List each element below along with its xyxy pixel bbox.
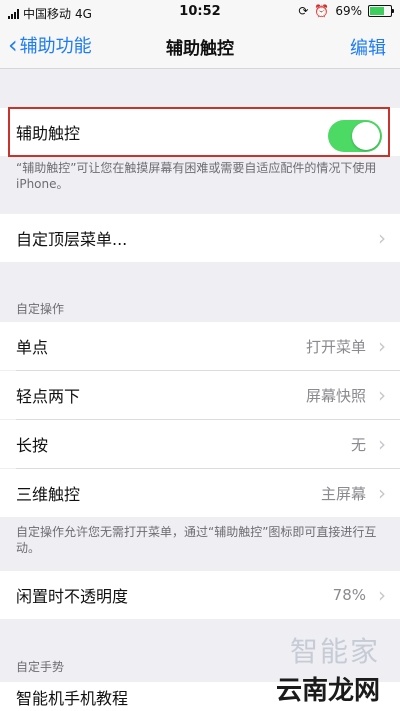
custom-top-menu-row[interactable]: 自定顶层菜单... › [0,214,400,262]
action-value: 打开菜单 [305,337,366,356]
action-row-single-tap[interactable]: 单点 打开菜单 › [0,322,400,370]
navigation-bar: ‹ 辅助功能 辅助触控 编辑 [0,24,400,69]
watermark-top-text: 智能家 [289,635,380,668]
action-label: 三维触控 [16,485,81,504]
action-value: 屏幕快照 [305,386,366,405]
action-label: 轻点两下 [16,387,81,406]
battery-percent: 69% [335,4,362,18]
custom-top-menu-label: 自定顶层菜单... [16,230,128,249]
custom-actions-caption: 自定操作 [16,302,65,316]
chevron-right-icon: › [378,481,386,505]
alarm-icon: ⏰ [314,4,330,18]
watermark: 智能家 云南龙网 [276,630,380,707]
action-value: 主屏幕 [320,484,366,503]
action-row-double-tap[interactable]: 轻点两下 屏幕快照 › [0,371,400,419]
action-row-3d-touch[interactable]: 三维触控 主屏幕 › [0,469,400,517]
action-label: 长按 [16,436,49,455]
page-title: 辅助触控 [166,39,234,59]
assistive-touch-footnote: “辅助触控”可让您在触摸屏幕有困难或需要自适应配件的情况下使用 iPhone。 [16,161,377,191]
chevron-right-icon: › [378,432,386,456]
chevron-right-icon: › [378,383,386,407]
battery-icon [368,5,394,17]
chevron-right-icon: › [378,226,386,250]
partial-row-label: 智能机手机教程 [16,688,129,708]
idle-opacity-value: 78% [332,586,366,604]
chevron-right-icon: › [378,334,386,358]
highlight-box [8,107,390,157]
watermark-bottom-text: 云南龙网 [275,676,380,706]
action-label: 单点 [16,338,49,357]
orientation-lock-icon: ⟳ [298,4,309,18]
status-right: ⟳ ⏰ 69% [298,4,394,18]
custom-gestures-caption: 自定手势 [16,660,65,674]
action-row-long-press[interactable]: 长按 无 › [0,420,400,468]
edit-button[interactable]: 编辑 [350,34,386,60]
action-value: 无 [350,435,366,454]
custom-actions-footnote: 自定操作允许您无需打开菜单，通过“辅助触控”图标即可直接进行互动。 [16,525,377,555]
chevron-right-icon: › [378,583,386,607]
battery-level [370,7,384,15]
idle-opacity-label: 闲置时不透明度 [16,587,129,606]
status-bar: 中国移动 4G 10:52 ⟳ ⏰ 69% [0,0,400,24]
idle-opacity-row[interactable]: 闲置时不透明度 78% › [0,571,400,619]
